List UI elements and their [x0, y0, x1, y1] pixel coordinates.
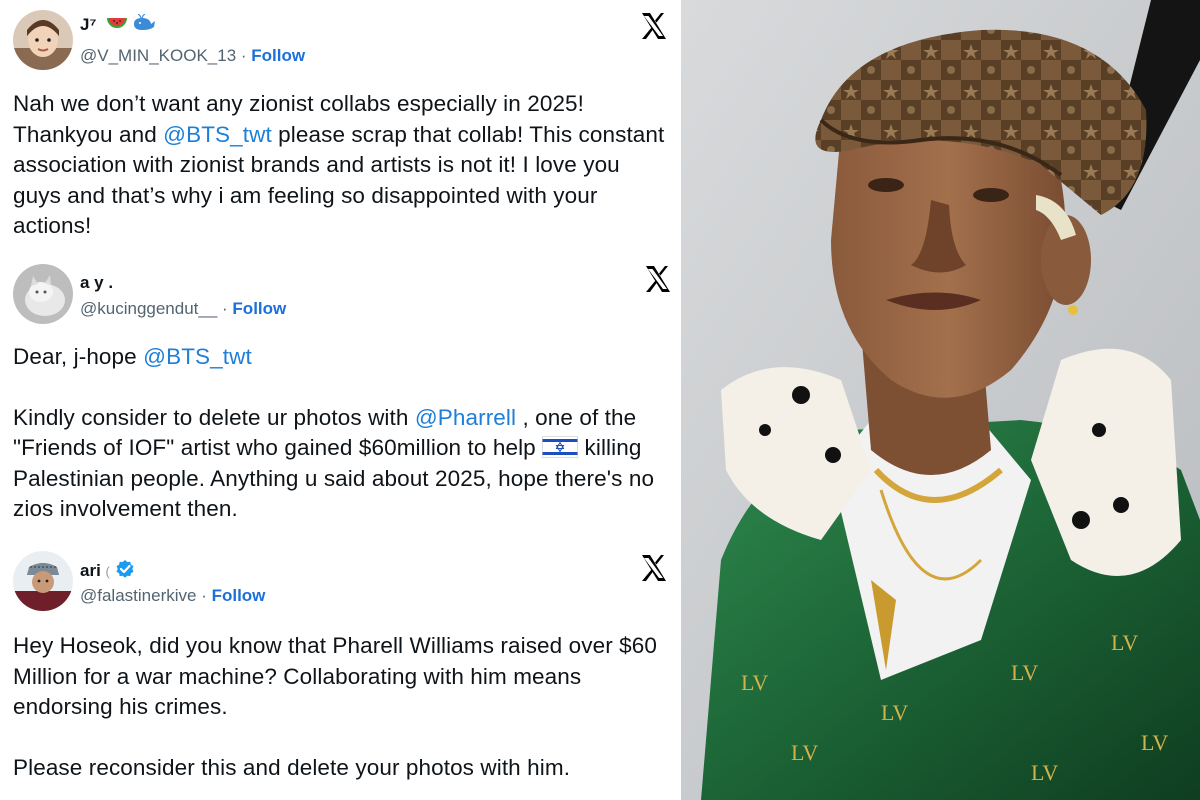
photo: LV LV LV LV LV LV LV [681, 0, 1200, 800]
text-run: Kindly consider to delete ur photos with [13, 404, 415, 430]
follow-button[interactable]: Follow [251, 46, 305, 65]
follow-button[interactable]: Follow [232, 299, 286, 318]
svg-text:LV: LV [881, 700, 908, 725]
handle-row: @V_MIN_KOOK_13 · Follow [80, 46, 305, 66]
portrait-illustration: LV LV LV LV LV LV LV [681, 0, 1200, 800]
mention-link[interactable]: @BTS_twt [143, 344, 252, 369]
display-name-text: J⁷ [80, 14, 97, 34]
handle[interactable]: @kucinggendut__ [80, 299, 217, 318]
israel-flag-icon [542, 436, 579, 458]
tweet-paragraph: Dear, j-hope @BTS_twt [13, 342, 673, 373]
tweet-paragraph: Kindly consider to delete ur photos with… [13, 403, 673, 525]
display-name[interactable]: a y . [80, 273, 113, 293]
tweet-3: ari ( @falastinerkive · Follow Hey Hoseo… [0, 545, 681, 800]
tweet-1: J⁷ @V_MIN_KOOK_13 · Follow Nah we don’t … [0, 0, 681, 250]
separator: · [236, 46, 252, 65]
handle-row: @kucinggendut__ · Follow [80, 299, 286, 319]
mention-link[interactable]: @BTS_twt [163, 122, 272, 147]
follow-button[interactable]: Follow [212, 586, 266, 605]
handle[interactable]: @falastinerkive [80, 586, 196, 605]
avatar[interactable] [13, 10, 73, 70]
x-logo-icon[interactable] [638, 552, 670, 584]
tweet-2: a y . @kucinggendut__ · Follow Dear, j-h… [0, 255, 681, 545]
whale-icon [132, 13, 156, 37]
x-logo-icon[interactable] [638, 10, 670, 42]
avatar[interactable] [13, 264, 73, 324]
display-name-text: ari [80, 561, 101, 580]
svg-text:LV: LV [1031, 760, 1058, 785]
handle-row: @falastinerkive · Follow [80, 586, 265, 606]
display-name[interactable]: ari ( [80, 559, 135, 584]
text-run: Hey Hoseok, did you know that Pharell Wi… [13, 633, 657, 719]
tweets-panel: J⁷ @V_MIN_KOOK_13 · Follow Nah we don’t … [0, 0, 681, 800]
verified-badge-icon [115, 559, 135, 584]
text-run: Please reconsider this and delete your p… [13, 754, 571, 780]
tweet-text: Dear, j-hope @BTS_twt Kindly consider to… [13, 342, 673, 525]
tweet-text: Hey Hoseok, did you know that Pharell Wi… [13, 631, 673, 783]
svg-text:LV: LV [741, 670, 768, 695]
tweet-paragraph: Please reconsider this and delete your p… [13, 753, 673, 784]
text-run: Dear, j-hope [13, 344, 144, 369]
tweet-paragraph: Hey Hoseok, did you know that Pharell Wi… [13, 631, 673, 723]
svg-text:LV: LV [1141, 730, 1168, 755]
svg-text:LV: LV [1111, 630, 1138, 655]
separator: · [217, 299, 233, 318]
separator: · [196, 586, 212, 605]
tweet-text: Nah we don’t want any zionist collabs es… [13, 89, 673, 242]
handle[interactable]: @V_MIN_KOOK_13 [80, 46, 236, 65]
display-name-text: a y . [80, 273, 114, 292]
x-logo-icon[interactable] [642, 263, 674, 295]
name-suffix: ( [105, 564, 110, 579]
mention-link[interactable]: @Pharrell [415, 405, 516, 430]
watermelon-icon [107, 16, 128, 36]
avatar[interactable] [13, 551, 73, 611]
svg-text:LV: LV [791, 740, 818, 765]
tweet-paragraph: Nah we don’t want any zionist collabs es… [13, 89, 673, 242]
svg-text:LV: LV [1011, 660, 1038, 685]
display-name[interactable]: J⁷ [80, 13, 156, 37]
